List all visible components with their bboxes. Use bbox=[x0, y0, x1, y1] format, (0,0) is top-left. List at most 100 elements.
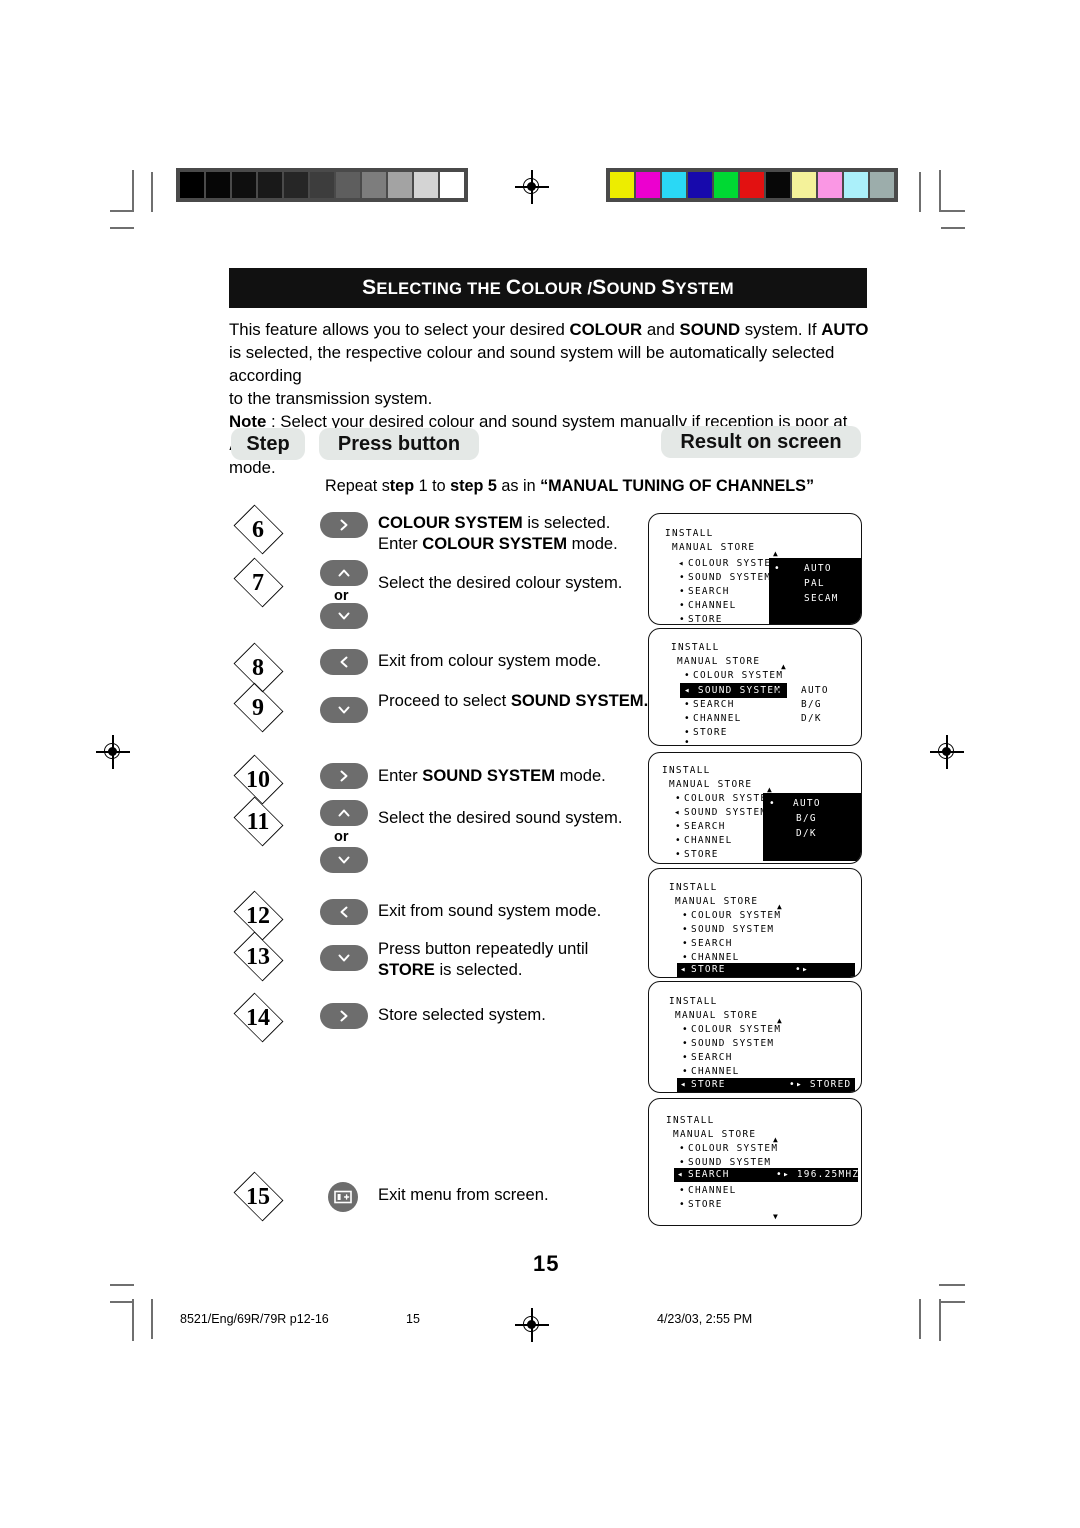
grey-swatch-6 bbox=[310, 172, 334, 198]
button-left-arrow-step12[interactable] bbox=[320, 899, 368, 925]
osd4-bullet-3: • bbox=[682, 938, 689, 949]
osd1-item-1[interactable]: COLOUR SYSTEM bbox=[688, 558, 778, 569]
osd3-option-2[interactable]: B/G bbox=[796, 813, 817, 824]
osd4-subtitle: MANUAL STORE bbox=[675, 896, 759, 907]
osd5-cursor: ◂ bbox=[680, 1079, 687, 1090]
osd4-item-5[interactable]: STORE bbox=[691, 964, 726, 975]
osd2-item-4[interactable]: CHANNEL bbox=[693, 713, 742, 724]
osd1-subtitle: MANUAL STORE bbox=[672, 542, 756, 553]
osd4-bullet-4: • bbox=[682, 952, 689, 963]
osd5-item-1[interactable]: COLOUR SYSTEM bbox=[691, 1024, 781, 1035]
step-desc-13-line1: Press button repeatedly until bbox=[378, 939, 589, 958]
colour-swatch-5 bbox=[714, 172, 738, 198]
step-desc-7: Select the desired colour system. bbox=[378, 572, 622, 593]
colour-swatch-1 bbox=[610, 172, 634, 198]
osd3-item-5[interactable]: STORE bbox=[684, 849, 719, 860]
left-arrow-icon bbox=[340, 656, 348, 668]
page-number: 15 bbox=[533, 1251, 560, 1276]
step-number-15: 15 bbox=[227, 1171, 289, 1222]
osd2-side-value-1: • bbox=[776, 685, 783, 696]
header-step: Step bbox=[231, 428, 305, 460]
button-up-arrow-step7[interactable] bbox=[320, 560, 368, 586]
step-desc-8: Exit from colour system mode. bbox=[378, 650, 601, 671]
osd6-item-2[interactable]: SOUND SYSTEM bbox=[688, 1157, 771, 1168]
osd6-item-3[interactable]: SEARCH bbox=[688, 1169, 730, 1180]
osd6-highlight-value: •▸ 196.25MHZ bbox=[776, 1169, 860, 1180]
osd-screen-2: INSTALL MANUAL STORE ▲ • COLOUR SYSTEM ◂… bbox=[648, 628, 862, 746]
colour-swatch-10 bbox=[844, 172, 868, 198]
osd2-item-1[interactable]: COLOUR SYSTEM bbox=[693, 670, 783, 681]
grey-swatch-9 bbox=[388, 172, 412, 198]
osd1-item-3[interactable]: SEARCH bbox=[688, 586, 730, 597]
osd2-item-2-highlighted[interactable]: ◂ SOUND SYSTEM bbox=[680, 683, 788, 698]
osd4-highlight-row[interactable]: ◂ STORE •▸ bbox=[677, 963, 855, 977]
osd3-option-1[interactable]: AUTO bbox=[793, 798, 821, 809]
osd2-side-option-3[interactable]: D/K bbox=[801, 713, 822, 724]
step-desc-10: Enter SOUND SYSTEM mode. bbox=[378, 765, 606, 786]
colour-swatch-9 bbox=[818, 172, 842, 198]
osd1-item-4[interactable]: CHANNEL bbox=[688, 600, 737, 611]
button-menu-step15[interactable] bbox=[328, 1182, 358, 1212]
step-number-9: 9 bbox=[227, 682, 289, 733]
osd5-highlight-row[interactable]: ◂ STORE •▸ STORED bbox=[677, 1078, 855, 1092]
osd1-cursor: ◂ bbox=[678, 558, 685, 569]
osd6-item-5[interactable]: STORE bbox=[688, 1199, 723, 1210]
osd6-item-4[interactable]: CHANNEL bbox=[688, 1185, 737, 1196]
osd1-option-1[interactable]: AUTO bbox=[804, 563, 832, 574]
osd3-option-3[interactable]: D/K bbox=[796, 828, 817, 839]
or-label-step7: or bbox=[334, 588, 349, 604]
grey-swatch-11 bbox=[440, 172, 464, 198]
osd2-item-3[interactable]: SEARCH bbox=[693, 699, 735, 710]
osd6-highlight-row[interactable]: ◂ SEARCH •▸ 196.25MHZ bbox=[674, 1168, 858, 1182]
osd-screen-6: INSTALL MANUAL STORE ▲ • COLOUR SYSTEM •… bbox=[648, 1098, 862, 1226]
osd1-item-2[interactable]: SOUND SYSTEM bbox=[688, 572, 771, 583]
osd6-item-1[interactable]: COLOUR SYSTEM bbox=[688, 1143, 778, 1154]
osd6-title: INSTALL bbox=[666, 1115, 715, 1126]
step-desc-11-line1: Select the desired sound system. bbox=[378, 808, 623, 827]
osd3-item-3[interactable]: SEARCH bbox=[684, 821, 726, 832]
osd3-cursor: ◂ bbox=[674, 807, 681, 818]
button-down-arrow-step7[interactable] bbox=[320, 603, 368, 629]
osd5-bullet-4: • bbox=[682, 1066, 689, 1077]
osd3-item-1[interactable]: COLOUR SYSTEM bbox=[684, 793, 774, 804]
step-desc-13-line2: STORE is selected. bbox=[378, 960, 523, 979]
osd2-side-option-1[interactable]: AUTO bbox=[801, 685, 829, 696]
step-desc-8-line1: Exit from colour system mode. bbox=[378, 651, 602, 670]
step-number-6: 6 bbox=[227, 504, 289, 555]
grey-swatch-4 bbox=[258, 172, 282, 198]
osd1-subpanel: • AUTO PAL SECAM bbox=[769, 558, 861, 624]
osd2-side-option-2[interactable]: B/G bbox=[801, 699, 822, 710]
step-desc-13: Press button repeatedly until STORE is s… bbox=[378, 938, 588, 980]
button-left-arrow-step8[interactable] bbox=[320, 649, 368, 675]
osd4-item-3[interactable]: SEARCH bbox=[691, 938, 733, 949]
osd4-bullet-1: • bbox=[682, 910, 689, 921]
osd1-option-3[interactable]: SECAM bbox=[804, 593, 839, 604]
osd5-item-2[interactable]: SOUND SYSTEM bbox=[691, 1038, 774, 1049]
button-right-arrow-step14[interactable] bbox=[320, 1003, 368, 1029]
repeat-note: Repeat step 1 to step 5 as in “MANUAL TU… bbox=[325, 477, 815, 495]
step-number-7: 7 bbox=[227, 557, 289, 608]
crop-mark-bottom-right bbox=[915, 1282, 970, 1341]
step-desc-12-line1: Exit from sound system mode. bbox=[378, 901, 602, 920]
osd1-option-2[interactable]: PAL bbox=[804, 578, 825, 589]
osd5-item-4[interactable]: CHANNEL bbox=[691, 1066, 740, 1077]
osd1-item-5[interactable]: STORE bbox=[688, 614, 723, 624]
osd2-item-5[interactable]: STORE bbox=[693, 727, 728, 738]
button-right-arrow-step6[interactable] bbox=[320, 512, 368, 538]
osd3-item-2[interactable]: SOUND SYSTEM bbox=[684, 807, 767, 818]
osd3-item-4[interactable]: CHANNEL bbox=[684, 835, 733, 846]
button-down-arrow-step9[interactable] bbox=[320, 697, 368, 723]
osd-screen-3: INSTALL MANUAL STORE ▲ • AUTO B/G D/K • … bbox=[648, 752, 862, 864]
osd5-item-3[interactable]: SEARCH bbox=[691, 1052, 733, 1063]
button-down-arrow-step11[interactable] bbox=[320, 847, 368, 873]
osd4-item-1[interactable]: COLOUR SYSTEM bbox=[691, 910, 781, 921]
right-arrow-icon bbox=[340, 770, 348, 782]
colour-swatch-3 bbox=[662, 172, 686, 198]
button-right-arrow-step10[interactable] bbox=[320, 763, 368, 789]
button-down-arrow-step13[interactable] bbox=[320, 945, 368, 971]
osd4-item-2[interactable]: SOUND SYSTEM bbox=[691, 924, 774, 935]
button-up-arrow-step11[interactable] bbox=[320, 800, 368, 826]
osd4-item-4[interactable]: CHANNEL bbox=[691, 952, 740, 963]
or-label-step11: or bbox=[334, 829, 349, 845]
osd5-item-5[interactable]: STORE bbox=[691, 1079, 726, 1090]
